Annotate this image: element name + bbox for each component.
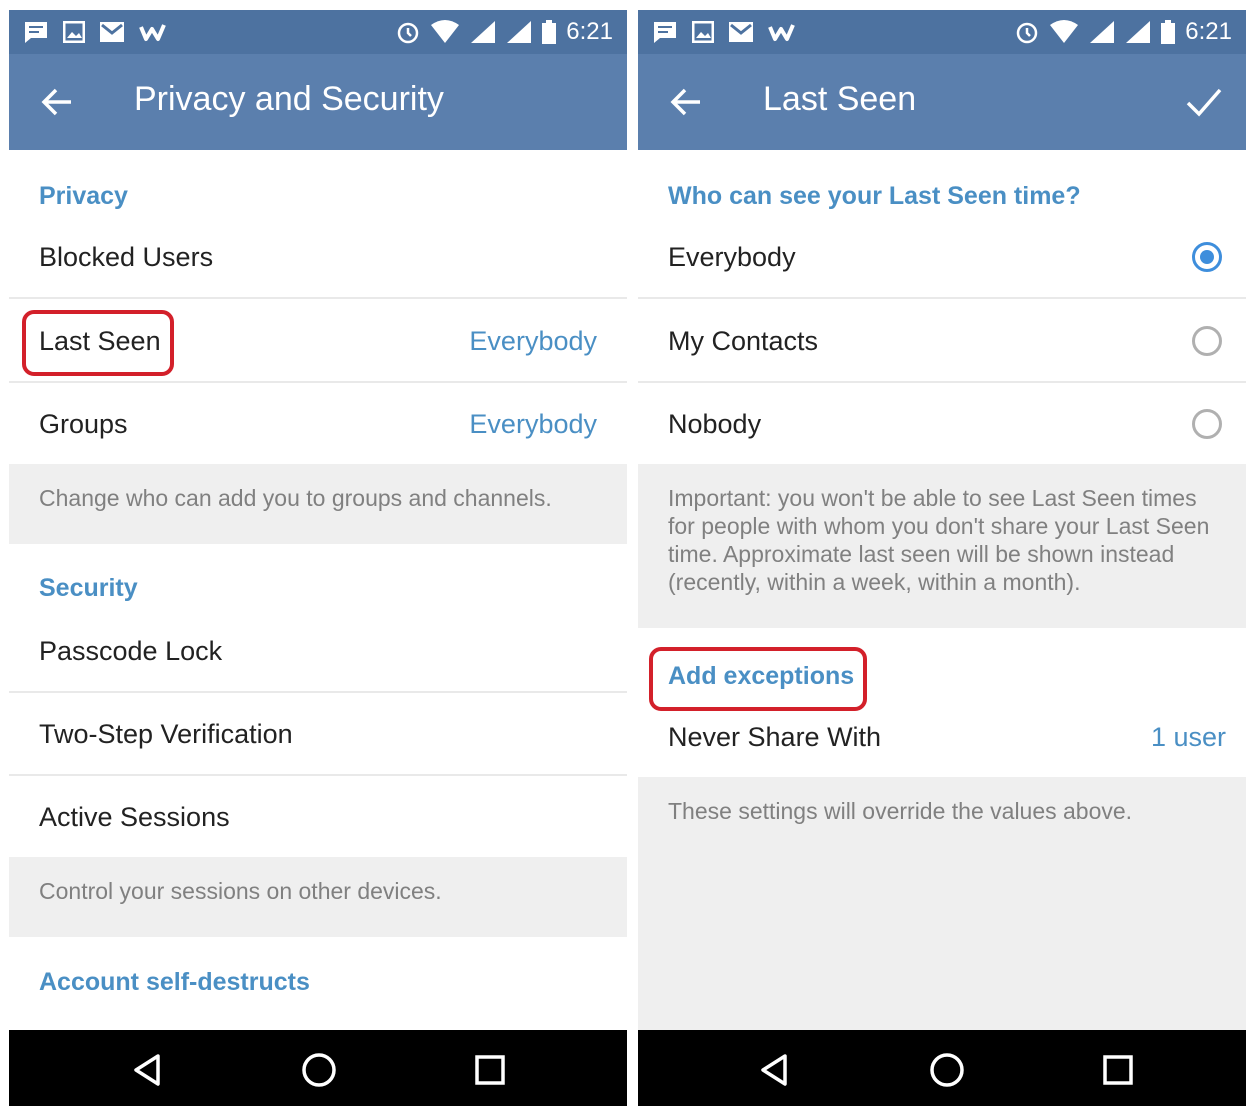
- section-header-account[interactable]: Account self-destructs: [39, 968, 310, 997]
- wifi-icon: [430, 20, 460, 44]
- status-time: 6:21: [1185, 18, 1232, 45]
- nav-recents-icon[interactable]: [470, 1050, 510, 1090]
- signal-icon: [1089, 20, 1115, 44]
- row-label: Blocked Users: [39, 242, 214, 272]
- section-header-question: Who can see your Last Seen time?: [668, 182, 1081, 210]
- page-title: Privacy and Security: [134, 80, 444, 118]
- battery-icon: [1161, 20, 1176, 44]
- security-hint-block: Control your sessions on other devices.: [9, 857, 627, 937]
- navigation-bar: [9, 1030, 627, 1106]
- status-bar: 6:21: [9, 10, 627, 54]
- nav-recents-icon[interactable]: [1098, 1050, 1138, 1090]
- battery-icon: [542, 20, 557, 44]
- status-bar: 6:21: [638, 10, 1246, 54]
- row-value: 1 user: [1150, 722, 1226, 752]
- divider: [9, 297, 627, 299]
- highlight-box: [22, 310, 174, 376]
- option-label: Everybody: [668, 242, 796, 272]
- image-icon: [692, 21, 714, 43]
- row-never-share-with[interactable]: Never Share With 1 user: [638, 696, 1246, 778]
- exceptions-hint-block: These settings will override the values …: [638, 777, 1246, 1030]
- last-seen-settings: Who can see your Last Seen time? Everybo…: [638, 150, 1246, 1030]
- row-two-step-verification[interactable]: Two-Step Verification: [9, 693, 627, 775]
- page-title: Last Seen: [763, 80, 917, 118]
- row-blocked-users[interactable]: Blocked Users: [9, 216, 627, 298]
- row-value: Everybody: [469, 409, 597, 439]
- row-label: Active Sessions: [39, 802, 230, 832]
- hint-text: Control your sessions on other devices.: [39, 878, 442, 904]
- option-label: Nobody: [668, 409, 762, 439]
- radio-button-selected[interactable]: [1192, 242, 1222, 272]
- important-note-block: Important: you won't be able to see Last…: [638, 464, 1246, 628]
- row-groups[interactable]: Groups Everybody: [9, 383, 627, 465]
- option-everybody[interactable]: Everybody: [638, 216, 1246, 298]
- status-time: 6:21: [566, 18, 613, 45]
- nav-home-icon[interactable]: [927, 1050, 967, 1090]
- row-value: Everybody: [469, 326, 597, 356]
- signal-icon: [470, 20, 496, 44]
- row-active-sessions[interactable]: Active Sessions: [9, 776, 627, 858]
- settings-list: Privacy Blocked Users Last Seen Everybod…: [9, 150, 627, 1030]
- nav-back-icon[interactable]: [755, 1050, 795, 1090]
- section-header-privacy: Privacy: [39, 182, 128, 210]
- message-icon: [23, 20, 49, 44]
- app-bar: Privacy and Security: [9, 54, 627, 150]
- back-arrow-icon[interactable]: [668, 84, 704, 120]
- mail-icon: [728, 21, 754, 43]
- message-icon: [652, 20, 678, 44]
- nav-back-icon[interactable]: [128, 1050, 168, 1090]
- alarm-icon: [396, 20, 420, 44]
- last-seen-screen: 6:21 Last Seen Who can see your Last See…: [638, 10, 1246, 1106]
- radio-button[interactable]: [1192, 409, 1222, 439]
- section-header-security: Security: [39, 574, 138, 602]
- option-nobody[interactable]: Nobody: [638, 383, 1246, 465]
- wifi-icon: [1049, 20, 1079, 44]
- signal-icon: [1125, 20, 1151, 44]
- alarm-icon: [1015, 20, 1039, 44]
- option-label: My Contacts: [668, 326, 819, 356]
- navigation-bar: [638, 1030, 1246, 1106]
- privacy-hint-block: Change who can add you to groups and cha…: [9, 464, 627, 544]
- check-icon[interactable]: [1184, 84, 1224, 120]
- w-app-icon: [768, 21, 796, 43]
- option-my-contacts[interactable]: My Contacts: [638, 300, 1246, 382]
- row-passcode-lock[interactable]: Passcode Lock: [9, 610, 627, 692]
- row-label: Passcode Lock: [39, 636, 223, 666]
- app-bar: Last Seen: [638, 54, 1246, 150]
- privacy-security-screen: 6:21 Privacy and Security Privacy Blocke…: [9, 10, 627, 1106]
- mail-icon: [99, 21, 125, 43]
- important-note-text: Important: you won't be able to see Last…: [668, 485, 1210, 595]
- row-label: Two-Step Verification: [39, 719, 293, 749]
- nav-home-icon[interactable]: [299, 1050, 339, 1090]
- back-arrow-icon[interactable]: [39, 84, 75, 120]
- row-label: Never Share With: [668, 722, 882, 752]
- signal-icon: [506, 20, 532, 44]
- radio-button[interactable]: [1192, 326, 1222, 356]
- hint-text: These settings will override the values …: [668, 798, 1133, 824]
- row-label: Groups: [39, 409, 128, 439]
- w-app-icon: [139, 21, 167, 43]
- image-icon: [63, 21, 85, 43]
- divider: [638, 297, 1246, 299]
- hint-text: Change who can add you to groups and cha…: [39, 485, 552, 511]
